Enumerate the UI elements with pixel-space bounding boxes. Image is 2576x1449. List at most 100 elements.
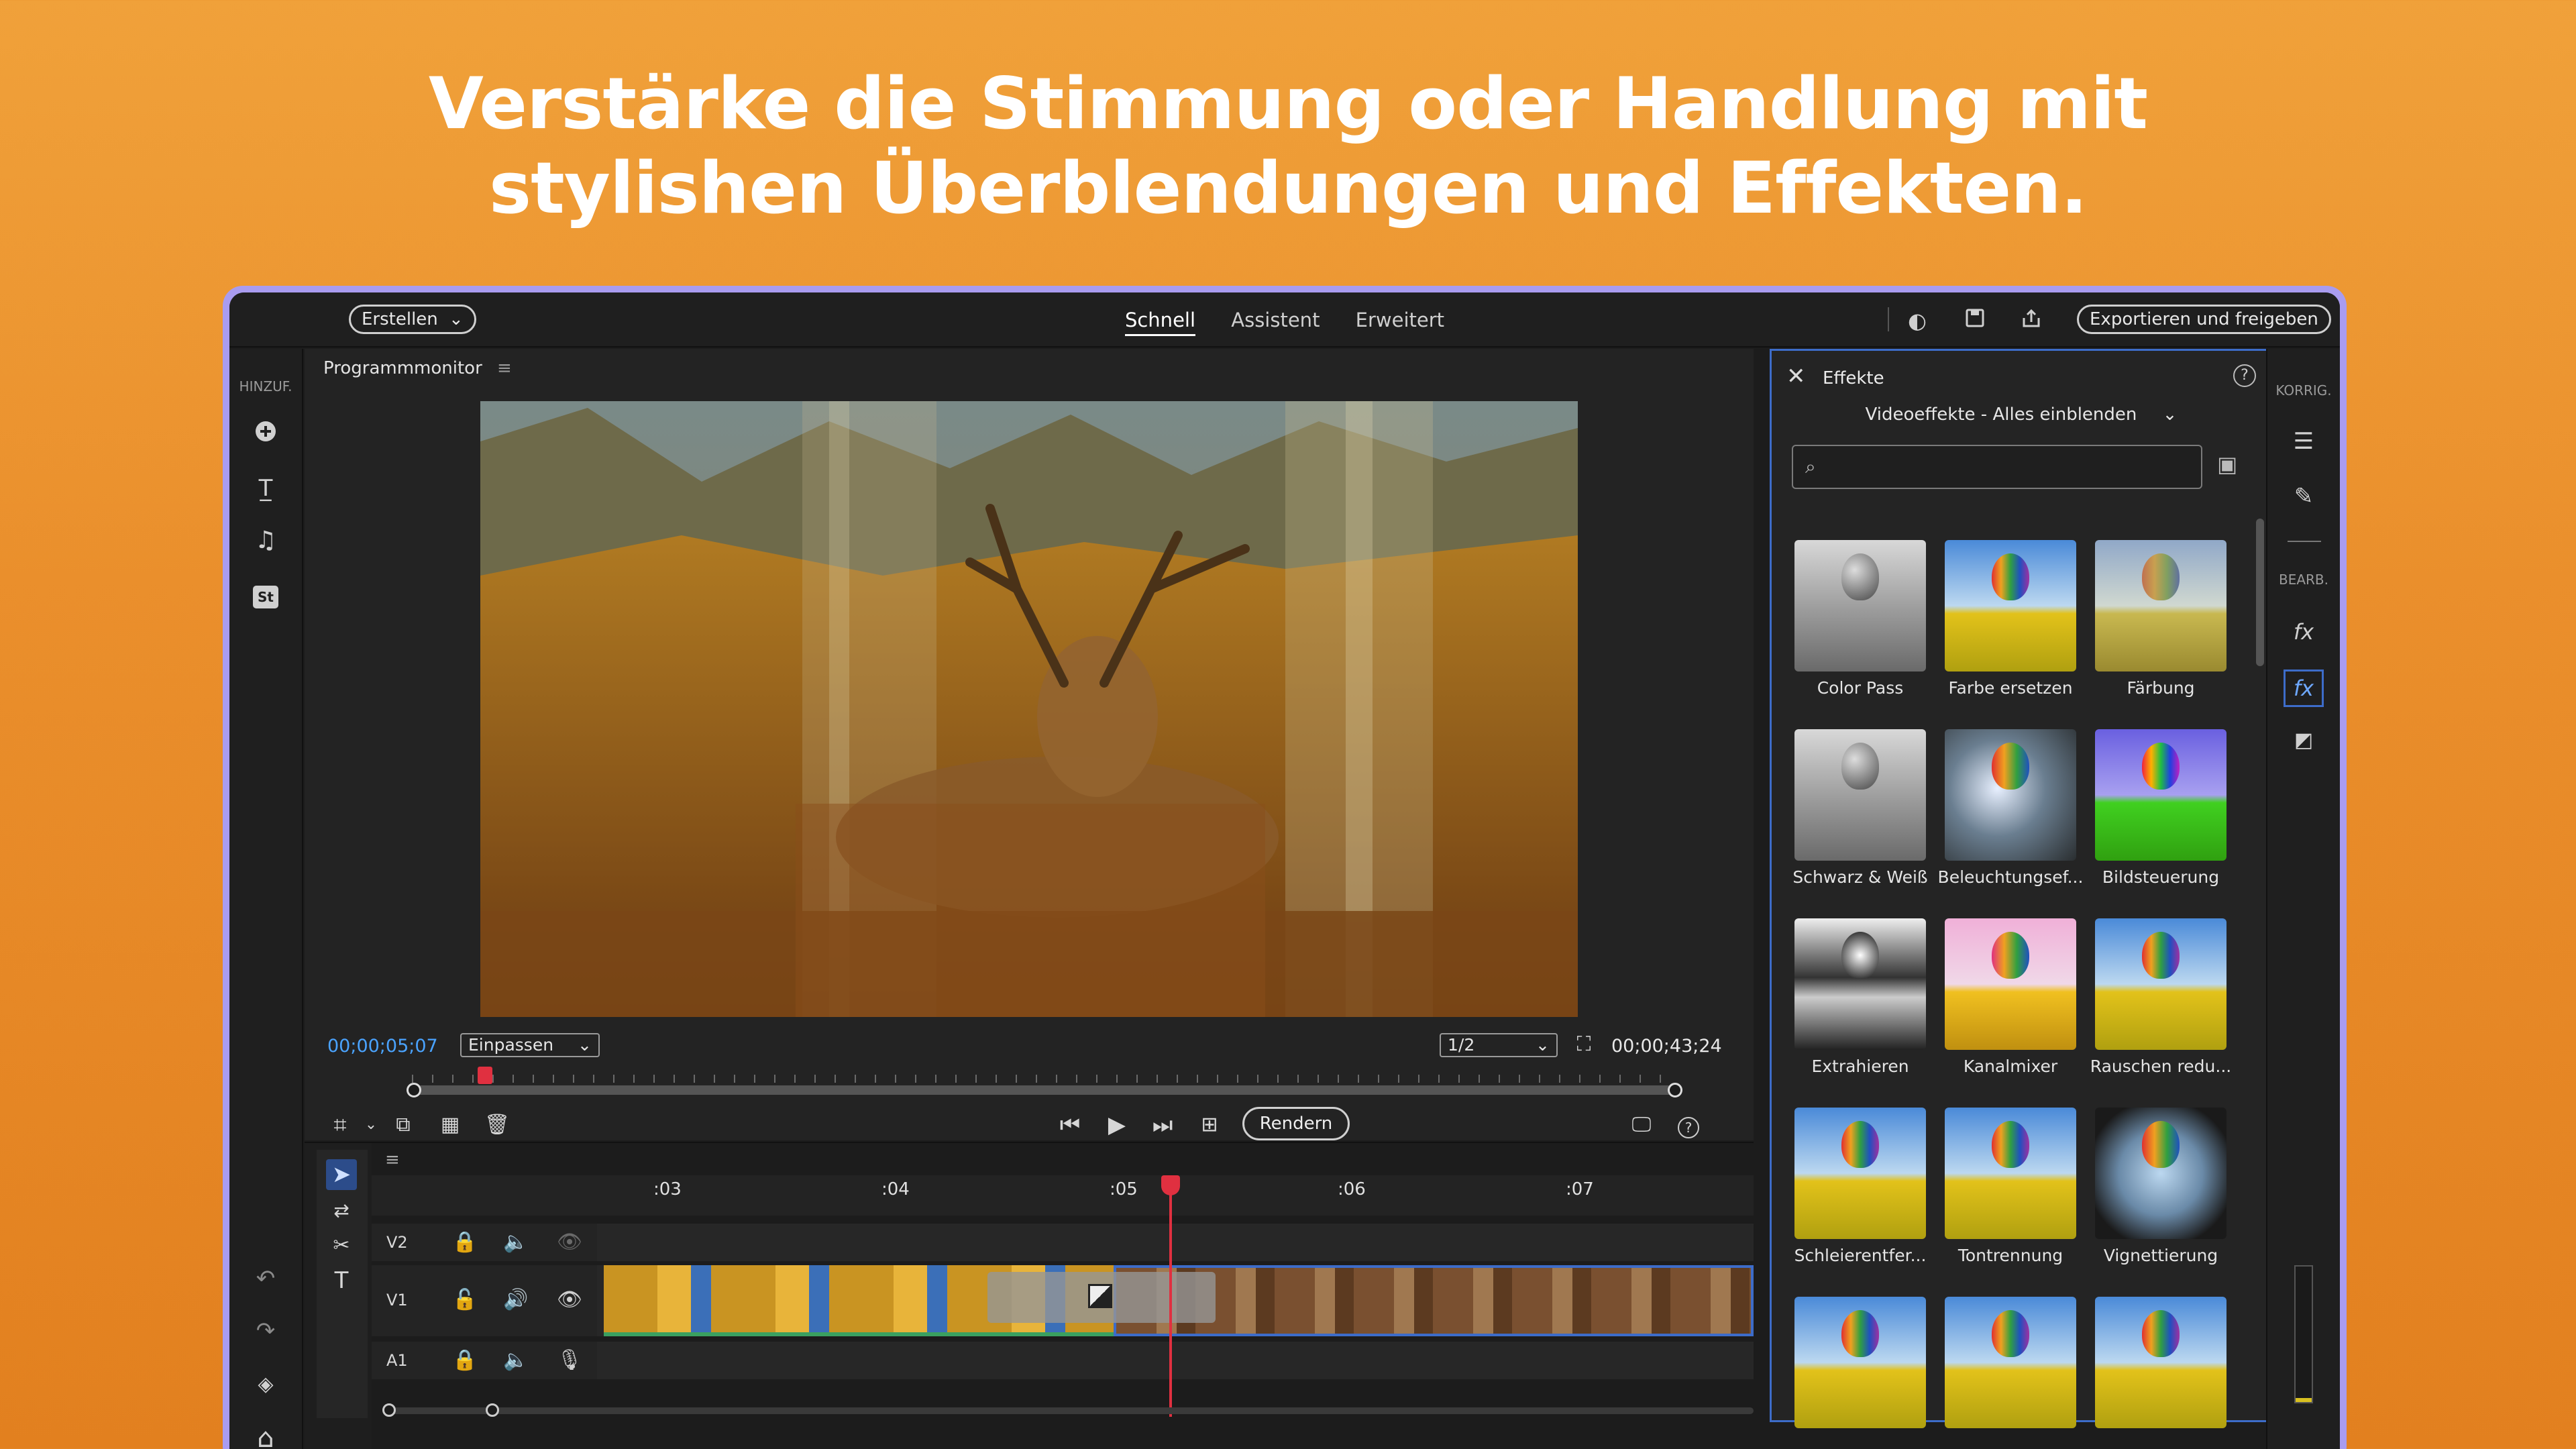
- close-icon[interactable]: ✕: [1786, 363, 1806, 390]
- speaker-icon[interactable]: 🔊: [503, 1288, 528, 1311]
- effect-thumbnail[interactable]: [1945, 1297, 2076, 1428]
- fx-icon[interactable]: fx: [2267, 669, 2340, 707]
- effect-thumbnail[interactable]: [1794, 729, 1926, 861]
- timeline-zoom-slider[interactable]: [382, 1403, 1754, 1417]
- tab-assistent[interactable]: Assistent: [1231, 309, 1320, 331]
- app-window: Erstellen ⌄ Schnell Assistent Erweitert …: [229, 292, 2340, 1449]
- speaker-icon[interactable]: 🔈: [503, 1230, 528, 1254]
- effect-thumbnail[interactable]: [1945, 918, 2076, 1050]
- effects-filter-dropdown[interactable]: Videoeffekte - Alles einblenden ⌄: [1772, 405, 2271, 425]
- export-frame-icon[interactable]: ⊞: [1194, 1110, 1225, 1140]
- home-icon[interactable]: ⌂: [229, 1422, 302, 1449]
- track-a1: A1 🔒 🔈 🎙: [372, 1342, 1754, 1379]
- undo-icon[interactable]: ↶: [229, 1263, 302, 1295]
- render-button[interactable]: Rendern: [1242, 1107, 1350, 1140]
- effect-thumbnail[interactable]: [1945, 729, 2076, 861]
- grid-icon[interactable]: ▦: [435, 1110, 466, 1140]
- chevron-down-icon: ⌄: [1536, 1035, 1550, 1055]
- lock-icon[interactable]: 🔒: [452, 1230, 477, 1254]
- effect-label: Kanalmixer: [1963, 1057, 2058, 1076]
- effects-title: Effekte: [1823, 368, 1884, 388]
- speaker-icon[interactable]: 🔈: [503, 1348, 528, 1372]
- timeline-tools: ➤ ⇄ ✂ T: [317, 1150, 368, 1418]
- organizer-icon[interactable]: ◈: [229, 1368, 302, 1401]
- delete-icon[interactable]: 🗑: [482, 1110, 513, 1140]
- add-icon[interactable]: [229, 419, 302, 451]
- audio-meter: [2294, 1265, 2313, 1403]
- timeline-menu-icon[interactable]: ≡: [385, 1150, 400, 1170]
- effect-thumbnail[interactable]: [1794, 918, 1926, 1050]
- tools-icon[interactable]: ✎: [2267, 480, 2340, 513]
- music-icon[interactable]: ♫: [229, 525, 302, 557]
- balloon-image: [1992, 1121, 2029, 1168]
- effect-thumbnail[interactable]: [1794, 1108, 1926, 1239]
- resolution-dropdown[interactable]: 1/2 ⌄: [1440, 1033, 1558, 1057]
- tab-schnell[interactable]: Schnell: [1124, 309, 1196, 336]
- ruler-tick: :04: [881, 1179, 910, 1199]
- contrast-icon[interactable]: ◐: [1904, 307, 1931, 334]
- rail-divider: [2288, 541, 2321, 542]
- fit-dropdown[interactable]: Einpassen ⌄: [460, 1033, 600, 1057]
- previous-frame-icon[interactable]: ⏮: [1055, 1110, 1085, 1140]
- eye-icon[interactable]: 👁: [557, 1230, 582, 1254]
- effects-scrollbar[interactable]: [2256, 519, 2264, 666]
- share-icon[interactable]: [2018, 307, 2045, 334]
- transition-icon: [1088, 1284, 1112, 1308]
- tab-erweitert[interactable]: Erweitert: [1356, 309, 1444, 331]
- effects-panel: ✕ Effekte ? Videoeffekte - Alles einblen…: [1770, 349, 2273, 1428]
- rotate-icon[interactable]: ⧉: [388, 1110, 419, 1140]
- effect-thumbnail[interactable]: [2095, 540, 2226, 672]
- effect-thumbnail[interactable]: [2095, 1297, 2226, 1428]
- title-icon[interactable]: T̲: [229, 472, 302, 504]
- lock-icon[interactable]: 🔒: [452, 1348, 477, 1372]
- fullscreen-icon[interactable]: ⛶: [1568, 1029, 1599, 1060]
- scrub-end-handle[interactable]: [1668, 1083, 1682, 1097]
- balloon-image: [2142, 743, 2180, 790]
- panel-menu-icon[interactable]: ≡: [497, 358, 512, 378]
- text-tool-icon[interactable]: T: [326, 1265, 357, 1296]
- lock-icon[interactable]: 🔓: [452, 1288, 477, 1311]
- transition-block[interactable]: [987, 1272, 1216, 1323]
- adjust-icon[interactable]: ☰: [2267, 425, 2340, 458]
- next-frame-icon[interactable]: ⏭: [1147, 1110, 1178, 1140]
- effect-thumbnail[interactable]: [2095, 918, 2226, 1050]
- play-icon[interactable]: ▶: [1102, 1110, 1132, 1140]
- save-icon[interactable]: [1962, 307, 1988, 334]
- scrub-bar[interactable]: [407, 1067, 1682, 1097]
- current-timecode[interactable]: 00;00;05;07: [327, 1036, 438, 1057]
- effect-thumbnail[interactable]: [1945, 1108, 2076, 1239]
- timeline-playhead[interactable]: [1161, 1175, 1180, 1417]
- effect-thumbnail[interactable]: [1794, 1297, 1926, 1428]
- help-icon[interactable]: ?: [2233, 364, 2256, 387]
- scissors-icon[interactable]: ✂: [326, 1230, 357, 1261]
- fx-applied-icon[interactable]: fx: [2267, 616, 2340, 648]
- effect-label: Färbung: [2127, 678, 2195, 698]
- crop-icon[interactable]: ⌗: [325, 1110, 356, 1140]
- chevron-down-icon[interactable]: ⌄: [356, 1110, 386, 1140]
- balloon-image: [1992, 553, 2029, 600]
- export-share-button[interactable]: Exportieren und freigeben: [2077, 305, 2331, 334]
- ripple-tool-icon[interactable]: ⇄: [326, 1195, 357, 1226]
- display-settings-icon[interactable]: 🖵: [1626, 1110, 1657, 1140]
- color-icon[interactable]: ◩: [2267, 724, 2340, 757]
- scrub-start-handle[interactable]: [407, 1083, 421, 1097]
- program-monitor: Programmmonitor ≡ 00;00;05;07 Einpassen …: [305, 349, 1754, 1140]
- balloon-image: [2142, 553, 2180, 600]
- stock-icon[interactable]: St: [229, 577, 302, 609]
- effect-label: Schleierentfer...: [1794, 1246, 1927, 1265]
- effect-thumbnail[interactable]: [2095, 1108, 2226, 1239]
- duration-timecode: 00;00;43;24: [1611, 1036, 1722, 1057]
- effect-thumbnail[interactable]: [2095, 729, 2226, 861]
- favorites-icon[interactable]: ▣: [2217, 451, 2237, 477]
- effects-search-input[interactable]: ⌕: [1792, 445, 2202, 489]
- selection-tool-icon[interactable]: ➤: [326, 1159, 357, 1190]
- video-frame-image: [480, 401, 1578, 1017]
- help-icon[interactable]: ?: [1673, 1110, 1704, 1140]
- eye-icon[interactable]: 👁: [557, 1288, 582, 1311]
- time-ruler[interactable]: :03 :04 :05 :06 :07: [372, 1175, 1754, 1216]
- microphone-icon[interactable]: 🎙: [557, 1348, 582, 1372]
- resolution-dropdown-value: 1/2: [1448, 1035, 1475, 1055]
- effect-thumbnail[interactable]: [1945, 540, 2076, 672]
- redo-icon[interactable]: ↷: [229, 1315, 302, 1347]
- effect-thumbnail[interactable]: [1794, 540, 1926, 672]
